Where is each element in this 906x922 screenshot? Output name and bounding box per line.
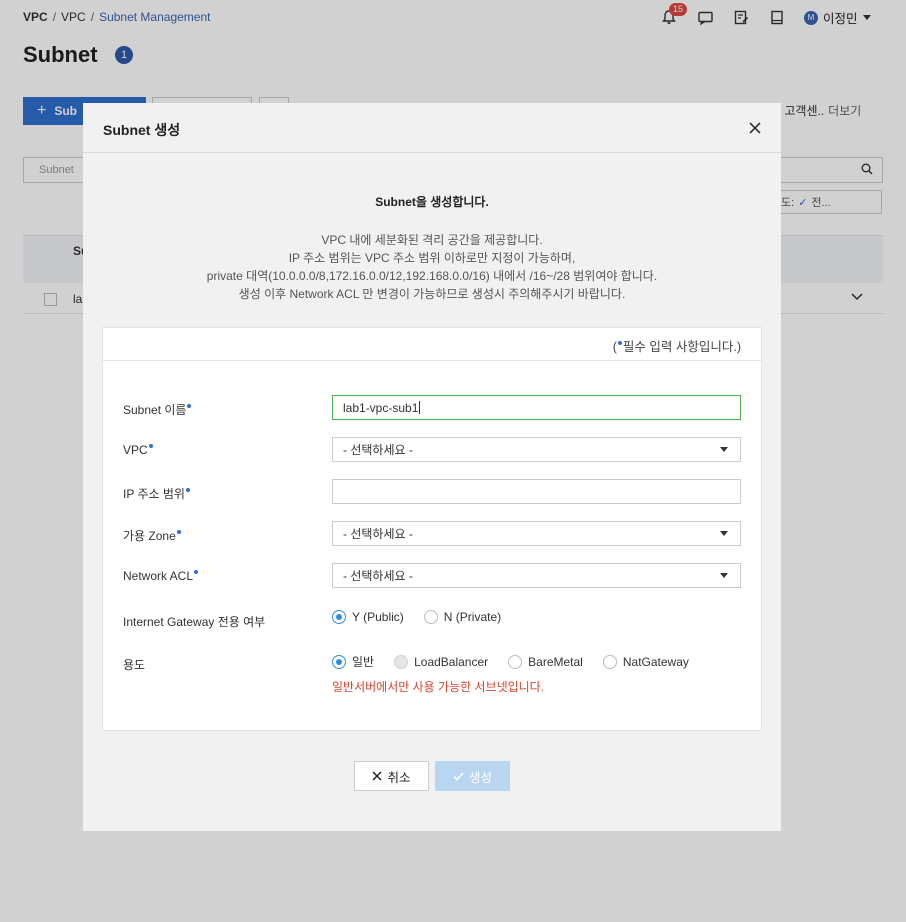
subnet-name-row: Subnet 이름 lab1-vpc-sub1 [103,395,761,421]
usage-option-natgateway[interactable]: NatGateway [602,654,689,669]
intro-line: VPC 내에 세분화된 격리 공간을 제공합니다. [321,233,543,247]
subnet-create-dialog: Subnet 생성 Subnet을 생성합니다. VPC 내에 세분화된 격리 … [83,103,781,831]
subnet-name-input[interactable]: lab1-vpc-sub1 [332,395,741,420]
text-cursor [419,401,421,414]
vpc-label: VPC [123,443,154,457]
dialog-title: Subnet 생성 [103,122,181,138]
close-icon [372,771,383,781]
usage-option-general[interactable]: 일반 [332,653,374,670]
required-dot-icon [194,570,199,574]
usage-option-baremetal[interactable]: BareMetal [508,654,583,669]
igw-row: Internet Gateway 전용 여부 Y (Public) N (Pri… [103,607,761,633]
radio-button[interactable] [602,654,617,669]
dialog-header: Subnet 생성 [83,103,781,153]
ip-range-label: IP 주소 범위 [123,485,191,502]
required-note-prefix: ( [612,340,617,354]
radio-button[interactable] [332,654,346,669]
intro-line: IP 주소 범위는 VPC 주소 범위 이하로만 지정이 가능하며, [288,251,576,265]
form-card: ( 필수 입력 사항입니다.) Subnet 이름 lab1-vpc-sub1 V… [102,327,762,731]
zone-label: 가용 Zone [123,527,182,544]
caret-down-icon [720,573,728,578]
acl-row: Network ACL - 선택하세요 - [103,563,761,589]
close-icon[interactable] [749,122,763,136]
cancel-label: 취소 [387,770,411,785]
caret-down-icon [720,531,728,536]
dialog-intro: Subnet을 생성합니다. VPC 내에 세분화된 격리 공간을 제공합니다.… [83,193,781,303]
required-note: ( 필수 입력 사항입니다.) [613,336,741,355]
intro-heading: Subnet을 생성합니다. [375,195,489,209]
igw-radio-group: Y (Public) N (Private) [332,610,521,624]
vpc-row: VPC - 선택하세요 - [103,437,761,463]
zone-select-value: - 선택하세요 - [343,527,413,541]
create-label: 생성 [468,770,492,785]
required-dot-icon [617,341,622,345]
usage-row: 용도 일반 LoadBalancer BareMetal NatGateway … [103,650,761,700]
required-dot-icon [148,444,153,448]
required-dot-icon [176,530,181,534]
cancel-button[interactable]: 취소 [354,761,429,791]
radio-button [394,654,409,669]
igw-option-private[interactable]: N (Private) [423,610,501,624]
zone-select[interactable]: - 선택하세요 - [332,521,741,546]
zone-row: 가용 Zone - 선택하세요 - [103,521,761,547]
radio-button[interactable] [332,610,346,624]
caret-down-icon [720,447,728,452]
usage-warning: 일반서버에서만 사용 가능한 서브넷입니다. [332,680,545,694]
acl-select[interactable]: - 선택하세요 - [332,563,741,588]
usage-label: 용도 [123,658,146,672]
radio-button[interactable] [423,610,438,624]
required-dot-icon [185,488,190,492]
igw-label: Internet Gateway 전용 여부 [123,615,266,629]
create-button[interactable]: 생성 [435,761,510,791]
subnet-name-label: Subnet 이름 [123,401,192,418]
igw-option-public[interactable]: Y (Public) [332,610,404,624]
check-icon [453,771,464,781]
ip-range-row: IP 주소 범위 [103,479,761,505]
radio-button[interactable] [508,654,523,669]
vpc-select[interactable]: - 선택하세요 - [332,437,741,462]
intro-line: private 대역(10.0.0.0/8,172.16.0.0/12,192.… [206,269,658,283]
divider [103,360,761,361]
usage-radio-group: 일반 LoadBalancer BareMetal NatGateway [332,653,709,670]
acl-label: Network ACL [123,569,199,583]
required-note-text: 필수 입력 사항입니다.) [622,340,741,354]
ip-range-input[interactable] [332,479,741,504]
required-dot-icon [187,404,192,408]
subnet-name-value: lab1-vpc-sub1 [343,400,419,415]
usage-option-loadbalancer: LoadBalancer [394,654,488,669]
intro-line: 생성 이후 Network ACL 만 변경이 가능하므로 생성시 주의해주시기… [238,287,626,301]
vpc-select-value: - 선택하세요 - [343,443,413,457]
acl-select-value: - 선택하세요 - [343,569,413,583]
